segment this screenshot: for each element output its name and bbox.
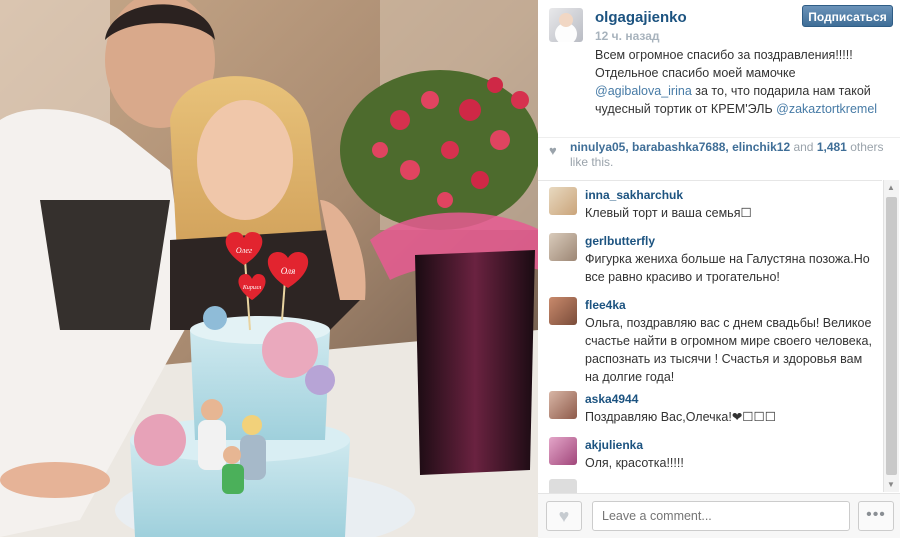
- caption-text-1: Всем огромное спасибо за поздравления!!!…: [595, 48, 853, 80]
- comment-item-partial: [538, 473, 882, 493]
- post-header: olgagajienko 12 ч. назад Подписаться Все…: [538, 0, 900, 136]
- post-timestamp: 12 ч. назад: [595, 29, 660, 43]
- author-username[interactable]: olgagajienko: [595, 9, 687, 26]
- like-button[interactable]: ♥: [546, 501, 582, 531]
- scrollbar-thumb[interactable]: [886, 197, 897, 475]
- comment-username[interactable]: gerlbutterfly: [585, 234, 655, 248]
- comment-username[interactable]: inna_sakharchuk: [585, 188, 683, 202]
- comment-username[interactable]: akjulienka: [585, 438, 643, 452]
- heart-icon: ♥: [558, 506, 570, 526]
- likes-count[interactable]: 1,481: [817, 140, 847, 154]
- commenter-avatar[interactable]: [549, 391, 577, 419]
- post-photo[interactable]: Олег Оля Кирилл: [0, 0, 538, 537]
- commenter-avatar[interactable]: [549, 233, 577, 261]
- comment-item: akjulienka Оля, красотка!!!!!: [538, 431, 882, 477]
- likers-names[interactable]: ninulya05, barabashka7688, elinchik12: [570, 140, 790, 154]
- comment-text: Оля, красотка!!!!!: [585, 456, 684, 470]
- commenter-avatar[interactable]: [549, 479, 577, 493]
- scroll-down-icon[interactable]: ▼: [887, 480, 895, 489]
- comment-username[interactable]: flee4ka: [585, 298, 626, 312]
- comments-list[interactable]: inna_sakharchuk Клевый торт и ваша семья…: [538, 180, 882, 493]
- commenter-avatar[interactable]: [549, 297, 577, 325]
- ellipsis-icon: •••: [866, 506, 886, 523]
- heart-icon: ♥: [549, 143, 557, 158]
- more-options-button[interactable]: •••: [858, 501, 894, 531]
- commenter-avatar[interactable]: [549, 187, 577, 215]
- cake-hearts: Олег Оля Кирилл: [225, 232, 309, 300]
- caption-mention-1[interactable]: @agibalova_irina: [595, 84, 692, 98]
- comment-username[interactable]: aska4944: [585, 392, 638, 406]
- comments-scrollbar[interactable]: ▲ ▼: [883, 180, 899, 492]
- comment-bar: ♥ •••: [538, 493, 900, 538]
- heart-text-2: Оля: [281, 266, 296, 276]
- comment-input[interactable]: [592, 501, 850, 531]
- comment-item: gerlbutterfly Фигурка жениха больше на Г…: [538, 227, 882, 291]
- post-caption: Всем огромное спасибо за поздравления!!!…: [595, 46, 891, 118]
- comment-text: Поздравляю Вас,Олечка!❤☐☐☐: [585, 410, 776, 424]
- caption-mention-2[interactable]: @zakaztortkremel: [776, 102, 877, 116]
- commenter-avatar[interactable]: [549, 437, 577, 465]
- likes-text: ninulya05, barabashka7688, elinchik12 an…: [570, 140, 892, 170]
- post-panel: olgagajienko 12 ч. назад Подписаться Все…: [538, 0, 900, 538]
- heart-text-1: Олег: [236, 246, 252, 255]
- comment-item: inna_sakharchuk Клевый торт и ваша семья…: [538, 181, 882, 227]
- likes-summary: ♥ ninulya05, barabashka7688, elinchik12 …: [538, 137, 900, 176]
- heart-text-3: Кирилл: [242, 285, 262, 291]
- author-avatar[interactable]: [549, 8, 583, 42]
- comment-item: flee4ka Ольга, поздравляю вас с днем сва…: [538, 291, 882, 387]
- comment-item: aska4944 Поздравляю Вас,Олечка!❤☐☐☐: [538, 385, 882, 431]
- scroll-up-icon[interactable]: ▲: [887, 183, 895, 192]
- likes-and: and: [790, 140, 817, 154]
- comment-text: Ольга, поздравляю вас с днем свадьбы! Ве…: [585, 316, 872, 384]
- follow-button[interactable]: Подписаться: [802, 5, 893, 27]
- comment-text: Фигурка жениха больше на Галустяна позож…: [585, 252, 870, 284]
- comment-text: Клевый торт и ваша семья☐: [585, 206, 752, 220]
